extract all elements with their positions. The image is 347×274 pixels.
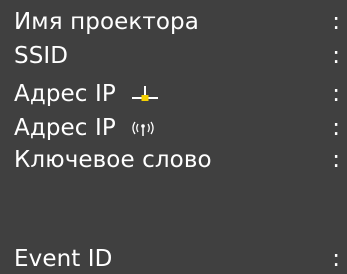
projector-name-colon: : [332,9,340,35]
projector-name-row: Имя проектора : [14,7,344,37]
wired-ip-address-colon: : [332,81,340,107]
info-panel: Имя проектора : SSID : Адрес IP : Адрес … [0,0,347,272]
keyword-row: Ключевое слово : [14,145,344,175]
wired-ip-address-label: Адрес IP [14,81,116,107]
ssid-label: SSID [14,43,69,69]
wireless-ip-address-row: Адрес IP : [14,113,344,143]
event-id-row: Event ID : [14,244,344,274]
keyword-label: Ключевое слово [14,147,212,173]
wireless-ip-address-label: Адрес IP [14,115,116,141]
projector-name-label: Имя проектора [14,9,199,35]
event-id-colon: : [332,246,340,272]
wired-ip-address-row: Адрес IP : [14,79,344,109]
ssid-row: SSID : [14,41,344,71]
ssid-colon: : [332,43,340,69]
wired-lan-icon [130,84,160,104]
wireless-lan-icon [130,118,156,138]
event-id-label: Event ID [14,246,113,272]
keyword-colon: : [332,147,340,173]
wireless-ip-address-colon: : [332,115,340,141]
